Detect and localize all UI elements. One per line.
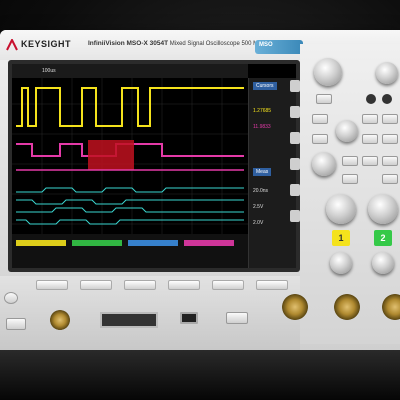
brand-logo: KEYSIGHT xyxy=(6,37,72,51)
trigger-level-knob[interactable] xyxy=(336,120,358,142)
panel-button-6[interactable] xyxy=(382,134,398,144)
ch1-position-knob[interactable] xyxy=(330,252,352,274)
probe-comp-connector[interactable] xyxy=(50,310,70,330)
mso-badge: MSO xyxy=(255,40,303,54)
horizontal-position-knob[interactable] xyxy=(376,62,398,84)
front-button-right[interactable] xyxy=(226,312,248,324)
softkey-3[interactable] xyxy=(124,280,156,290)
display-screen[interactable]: 100us Cursors 1.27685 11.9833 Meas 20.0n… xyxy=(12,64,296,268)
ch2-burst xyxy=(88,140,134,170)
play-button[interactable] xyxy=(366,94,376,104)
brand-name: KEYSIGHT xyxy=(21,39,72,49)
readout-1: 1.27685 xyxy=(253,108,272,114)
panel-button-10[interactable] xyxy=(342,174,358,184)
softkey-6[interactable] xyxy=(256,280,288,290)
menu-title: Cursors xyxy=(253,82,277,90)
panel-button-8[interactable] xyxy=(362,156,378,166)
digital-input-slot[interactable] xyxy=(100,312,158,328)
stop-button[interactable] xyxy=(382,94,392,104)
ch2-scale-knob[interactable] xyxy=(368,194,398,224)
panel-button-4[interactable] xyxy=(312,134,328,144)
ch1-bnc-input[interactable] xyxy=(282,294,308,320)
ch2-button[interactable]: 2 xyxy=(374,230,392,246)
readout-2: 11.9833 xyxy=(253,124,271,130)
keysight-logo-icon xyxy=(6,37,18,51)
softkey-2[interactable] xyxy=(80,280,112,290)
side-softkey-5[interactable] xyxy=(290,184,300,196)
table-shadow xyxy=(0,350,400,400)
usb-port[interactable] xyxy=(180,312,198,324)
badge-label: MSO xyxy=(259,42,273,48)
softkey-4[interactable] xyxy=(168,280,200,290)
horizontal-scale-knob[interactable] xyxy=(314,58,342,86)
panel-button-5[interactable] xyxy=(362,134,378,144)
softkey-5[interactable] xyxy=(212,280,244,290)
ch1-scale-knob[interactable] xyxy=(326,194,356,224)
panel-button-9[interactable] xyxy=(382,156,398,166)
panel-button-3[interactable] xyxy=(382,114,398,124)
side-menu[interactable]: Cursors 1.27685 11.9833 Meas 20.0ns 2.5V… xyxy=(248,78,296,268)
softkey-1[interactable] xyxy=(36,280,68,290)
run-stop-button[interactable] xyxy=(316,94,332,104)
panel-button-1[interactable] xyxy=(312,114,328,124)
side-softkey-4[interactable] xyxy=(290,158,300,170)
side-val-3: 2.0V xyxy=(253,220,264,226)
front-button-left[interactable] xyxy=(6,318,26,330)
side-val-1: 20.0ns xyxy=(253,188,269,194)
timebase-readout: 100us xyxy=(42,68,56,74)
meas-header: Meas xyxy=(253,168,272,176)
side-softkey-3[interactable] xyxy=(290,132,300,144)
side-val-2: 2.5V xyxy=(253,204,264,210)
power-button[interactable] xyxy=(4,292,18,304)
panel-button-2[interactable] xyxy=(362,114,378,124)
entry-knob[interactable] xyxy=(312,152,336,176)
panel-button-11[interactable] xyxy=(382,174,398,184)
digital-bus xyxy=(16,187,244,225)
ch1-button[interactable]: 1 xyxy=(332,230,350,246)
ch1-trace xyxy=(16,87,244,127)
panel-button-7[interactable] xyxy=(342,156,358,166)
side-softkey-1[interactable] xyxy=(290,80,300,92)
ch2-bnc-input[interactable] xyxy=(334,294,360,320)
model-line: InfiniiVision MSO-X 3054T xyxy=(88,40,169,47)
side-softkey-2[interactable] xyxy=(290,106,300,118)
side-softkey-6[interactable] xyxy=(290,210,300,222)
ch2-position-knob[interactable] xyxy=(372,252,394,274)
